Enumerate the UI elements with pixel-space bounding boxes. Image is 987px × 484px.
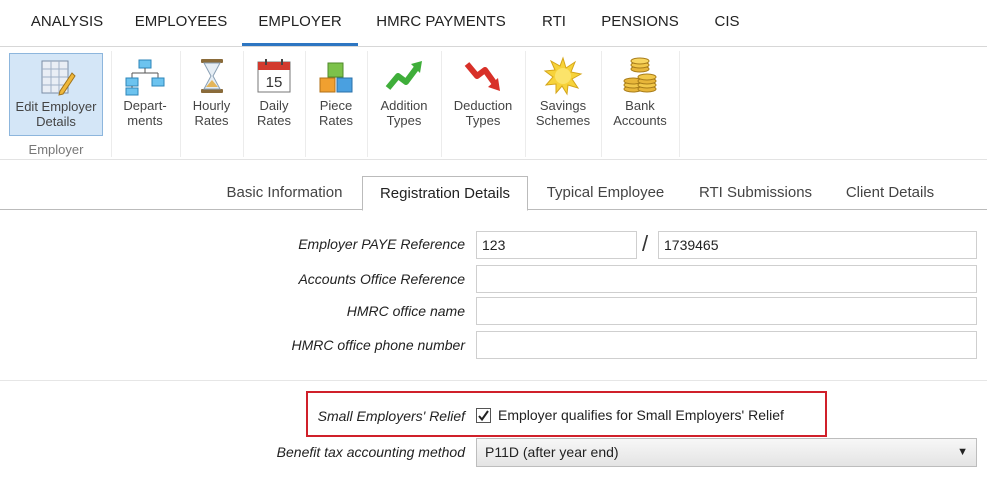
ribbon-separator xyxy=(367,51,368,157)
sub-tab-bar: Basic Information Registration Details T… xyxy=(0,176,987,211)
small-employers-relief-label: Small Employers' Relief xyxy=(317,408,465,424)
deduction-types-button[interactable]: Deduction Types xyxy=(444,53,522,136)
ribbon-group-label: Employer xyxy=(28,142,84,157)
coins-icon xyxy=(623,57,657,93)
benefit-tax-method-select[interactable]: P11D (after year end) ▼ xyxy=(476,438,977,467)
piece-rates-button[interactable]: Piece Rates xyxy=(308,53,364,136)
ribbon-button-label-line1: Edit Employer xyxy=(15,99,97,114)
paye-office-number-field[interactable] xyxy=(476,231,637,259)
paye-separator: / xyxy=(642,231,649,256)
org-chart-icon xyxy=(125,59,165,96)
ribbon-button-label-line2: Types xyxy=(465,113,501,128)
savings-schemes-button[interactable]: Savings Schemes xyxy=(528,53,598,136)
ribbon-button-label-line1: Hourly xyxy=(192,98,231,113)
tab-rti[interactable]: RTI xyxy=(531,0,577,46)
ribbon-button-label-line1: Depart- xyxy=(123,98,167,113)
subtab-rti-submissions[interactable]: RTI Submissions xyxy=(688,176,823,210)
ribbon-button-label-line2: ments xyxy=(127,113,163,128)
hmrc-office-name-field[interactable] xyxy=(476,297,977,325)
ribbon-button-label-line1: Piece xyxy=(319,98,353,113)
tab-employees[interactable]: EMPLOYEES xyxy=(127,0,235,46)
ribbon-button-label-line1: Addition xyxy=(380,98,428,113)
calendar-icon: 15 xyxy=(257,59,291,93)
ribbon-separator xyxy=(180,51,181,157)
ribbon-button-label-line2: Rates xyxy=(194,113,229,128)
daily-rates-button[interactable]: 15 Daily Rates xyxy=(246,53,302,136)
ribbon-button-label-line2: Details xyxy=(36,114,76,129)
tab-pensions[interactable]: PENSIONS xyxy=(594,0,686,46)
paye-reference-field[interactable] xyxy=(658,231,977,259)
subtab-registration-details[interactable]: Registration Details xyxy=(362,176,528,211)
section-divider xyxy=(0,380,987,381)
subtab-typical-employee[interactable]: Typical Employee xyxy=(533,176,678,210)
benefit-tax-method-value: P11D (after year end) xyxy=(485,444,619,460)
top-navigation: ANALYSIS EMPLOYEES EMPLOYER HMRC PAYMENT… xyxy=(0,0,987,47)
ribbon-button-label-line1: Savings xyxy=(539,98,587,113)
checkmark-icon xyxy=(478,409,489,421)
ribbon-button-label-line2: Schemes xyxy=(535,113,591,128)
edit-employer-icon xyxy=(41,60,76,96)
edit-employer-details-button[interactable]: Edit Employer Details xyxy=(9,53,103,136)
addition-types-button[interactable]: Addition Types xyxy=(370,53,438,136)
subtab-client-details[interactable]: Client Details xyxy=(832,176,948,210)
ribbon-button-label-line1: Bank xyxy=(625,98,655,113)
ribbon-separator xyxy=(679,51,680,157)
hmrc-office-phone-label: HMRC office phone number xyxy=(291,337,465,353)
departments-button[interactable]: Depart- ments xyxy=(114,53,176,136)
tab-cis[interactable]: CIS xyxy=(706,0,748,46)
hourly-rates-button[interactable]: Hourly Rates xyxy=(183,53,240,136)
checkbox-box[interactable] xyxy=(476,407,491,423)
hourglass-icon xyxy=(200,59,223,93)
tab-analysis[interactable]: ANALYSIS xyxy=(17,0,117,46)
accounts-office-reference-label: Accounts Office Reference xyxy=(298,271,465,287)
arrow-down-icon xyxy=(464,62,500,91)
blocks-icon xyxy=(319,62,353,93)
bank-accounts-button[interactable]: Bank Accounts xyxy=(604,53,676,136)
ribbon-separator xyxy=(441,51,442,157)
ribbon-toolbar: Edit Employer Details Employer Depart- m… xyxy=(0,47,987,160)
ribbon-button-label-line2: Accounts xyxy=(613,113,667,128)
paye-reference-label: Employer PAYE Reference xyxy=(298,236,465,252)
ribbon-button-label-line2: Types xyxy=(386,113,422,128)
ribbon-button-label-line2: Rates xyxy=(319,113,353,128)
ribbon-button-label-line1: Daily xyxy=(259,98,289,113)
calendar-day-number: 15 xyxy=(266,74,283,91)
ribbon-button-label-line2: Rates xyxy=(257,113,291,128)
small-employers-relief-checkbox-label: Employer qualifies for Small Employers' … xyxy=(498,407,784,423)
hmrc-office-name-label: HMRC office name xyxy=(346,303,465,319)
ribbon-separator xyxy=(525,51,526,157)
dropdown-arrow-icon: ▼ xyxy=(957,446,968,458)
ribbon-separator xyxy=(305,51,306,157)
arrow-up-icon xyxy=(385,61,422,90)
tab-hmrc-payments[interactable]: HMRC PAYMENTS xyxy=(368,0,514,46)
subtab-basic-information[interactable]: Basic Information xyxy=(212,176,357,210)
tab-employer[interactable]: EMPLOYER xyxy=(242,0,358,46)
small-employers-relief-checkbox[interactable]: Employer qualifies for Small Employers' … xyxy=(476,405,784,425)
sun-icon xyxy=(543,56,583,96)
ribbon-button-label-line1: Deduction xyxy=(453,98,513,113)
accounts-office-reference-field[interactable] xyxy=(476,265,977,293)
ribbon-separator xyxy=(601,51,602,157)
ribbon-separator xyxy=(243,51,244,157)
ribbon-separator xyxy=(111,51,112,157)
benefit-tax-method-label: Benefit tax accounting method xyxy=(276,444,465,460)
hmrc-office-phone-field[interactable] xyxy=(476,331,977,359)
